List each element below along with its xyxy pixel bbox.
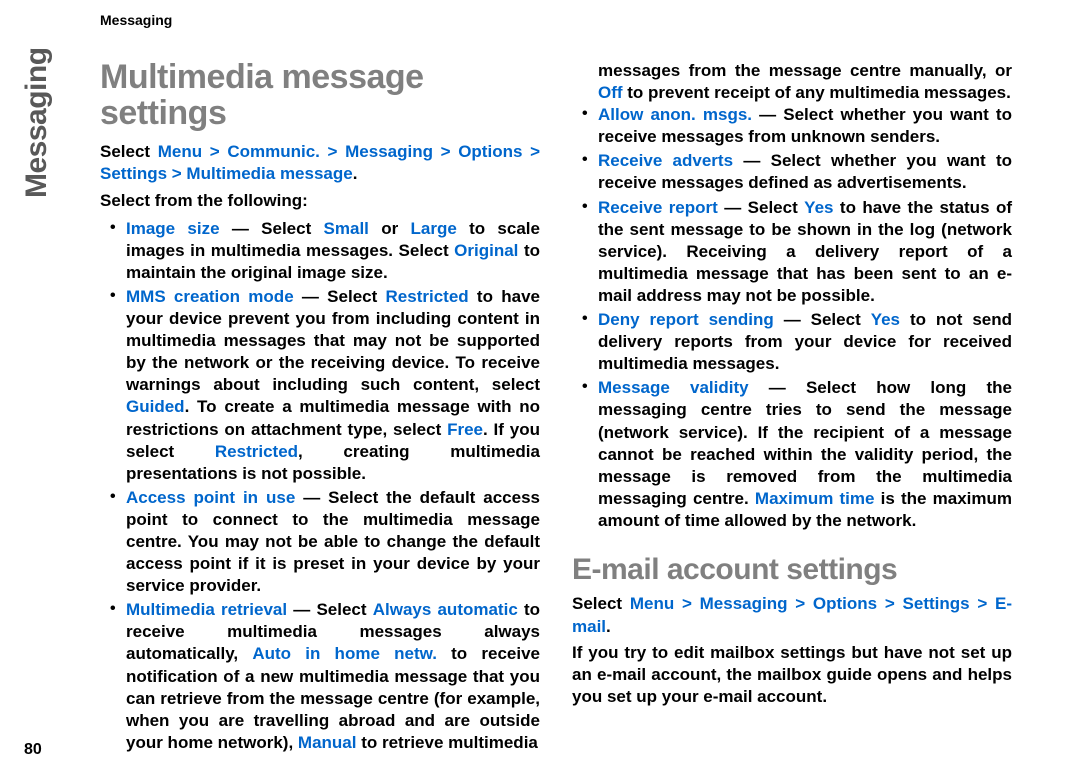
- list-item: Receive report — Select Yes to have the …: [586, 197, 1012, 307]
- two-column-layout: Multimedia message settings Select Menu …: [100, 60, 1056, 756]
- nav-path: Menu > Messaging > Options > Settings > …: [572, 594, 1012, 635]
- option-list-left: Image size — Select Small or Large to sc…: [100, 218, 540, 754]
- option-label: Deny report sending: [598, 310, 774, 329]
- list-item: Allow anon. msgs. — Select whether you w…: [586, 104, 1012, 148]
- section-heading-email: E-mail account settings: [572, 554, 1012, 586]
- column-right: messages from the message centre manuall…: [572, 60, 1012, 756]
- option-label: Receive report: [598, 198, 718, 217]
- option-label: Multimedia retrieval: [126, 600, 287, 619]
- list-item: Image size — Select Small or Large to sc…: [114, 218, 540, 284]
- page-number: 80: [24, 741, 42, 759]
- manual-page: Messaging Messaging Multimedia message s…: [0, 0, 1080, 779]
- list-item: Multimedia retrieval — Select Always aut…: [114, 599, 540, 754]
- option-label: Receive adverts: [598, 151, 733, 170]
- breadcrumb-email: Select Menu > Messaging > Options > Sett…: [572, 593, 1012, 637]
- option-label: Message validity: [598, 378, 749, 397]
- list-item: Access point in use — Select the default…: [114, 487, 540, 597]
- list-item: Deny report sending — Select Yes to not …: [586, 309, 1012, 375]
- section-heading-mms: Multimedia message settings: [100, 60, 540, 131]
- nav-pre: Select: [100, 142, 158, 161]
- breadcrumb-mms: Select Menu > Communic. > Messaging > Op…: [100, 141, 540, 185]
- option-label: MMS creation mode: [126, 287, 294, 306]
- lead-text: Select from the following:: [100, 190, 540, 212]
- nav-post: .: [353, 164, 358, 183]
- continuation-text: messages from the message centre manuall…: [572, 60, 1012, 104]
- list-item: MMS creation mode — Select Restricted to…: [114, 286, 540, 485]
- option-label: Image size: [126, 219, 220, 238]
- option-list-right: Allow anon. msgs. — Select whether you w…: [572, 104, 1012, 532]
- nav-path: Menu > Communic. > Messaging > Options >…: [100, 142, 540, 183]
- nav-pre: Select: [572, 594, 630, 613]
- option-label: Allow anon. msgs.: [598, 105, 752, 124]
- list-item: Receive adverts — Select whether you wan…: [586, 150, 1012, 194]
- email-paragraph: If you try to edit mailbox settings but …: [572, 642, 1012, 708]
- running-header: Messaging: [100, 12, 1056, 28]
- column-left: Multimedia message settings Select Menu …: [100, 60, 540, 756]
- side-tab-label: Messaging: [20, 47, 54, 198]
- list-item: Message validity — Select how long the m…: [586, 377, 1012, 532]
- option-label: Access point in use: [126, 488, 295, 507]
- nav-post: .: [606, 617, 611, 636]
